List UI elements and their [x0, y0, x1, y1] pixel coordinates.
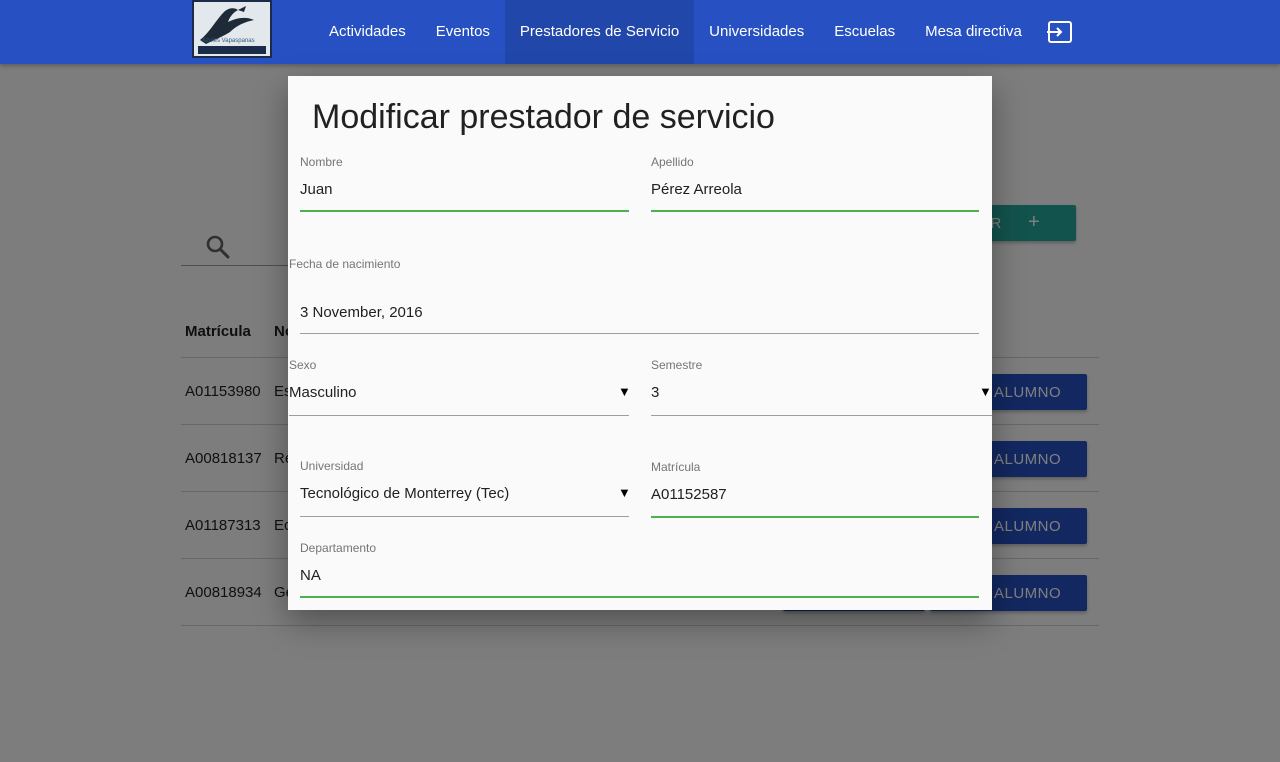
nav-item-eventos[interactable]: Eventos [421, 0, 505, 64]
matricula-field[interactable]: Matrícula A01152587 [651, 460, 979, 518]
nombre-underline [300, 210, 629, 212]
matricula-label: Matrícula [651, 460, 701, 474]
departamento-label: Departamento [300, 541, 377, 555]
fecha-input[interactable]: 3 November, 2016 [300, 304, 423, 321]
universidad-label: Universidad [300, 459, 364, 473]
departamento-field[interactable]: Departamento NA [300, 541, 979, 599]
nav-item-actividades[interactable]: Actividades [314, 0, 421, 64]
nav-item-prestadores[interactable]: Prestadores de Servicio [504, 0, 695, 64]
chevron-down-icon[interactable]: ▼ [618, 384, 631, 399]
nombre-input[interactable]: Juan [300, 181, 333, 198]
matricula-input[interactable]: A01152587 [651, 486, 727, 503]
top-navbar: Azules Vapaspanas Actividades Eventos Pr… [0, 0, 1280, 64]
universidad-underline [300, 516, 629, 517]
sexo-select[interactable]: Sexo Masculino ▼ [289, 358, 631, 418]
logout-icon[interactable] [1046, 20, 1074, 44]
modal-title: Modificar prestador de servicio [312, 98, 775, 136]
fecha-underline [300, 333, 979, 334]
nav-item-mesa-directiva[interactable]: Mesa directiva [910, 0, 1037, 64]
departamento-underline [300, 596, 979, 598]
semestre-label: Semestre [651, 358, 703, 372]
logo[interactable]: Azules Vapaspanas [192, 0, 272, 58]
chevron-down-icon[interactable]: ▼ [618, 485, 631, 500]
semestre-select[interactable]: Semestre 3 ▼ [651, 358, 992, 418]
nombre-field[interactable]: Nombre Juan [300, 155, 629, 213]
nombre-label: Nombre [300, 155, 343, 169]
sexo-underline [289, 415, 629, 416]
chevron-down-icon[interactable]: ▼ [979, 384, 992, 399]
departamento-input[interactable]: NA [300, 567, 321, 584]
logo-image: Azules Vapaspanas [194, 2, 270, 56]
apellido-input[interactable]: Pérez Arreola [651, 181, 742, 198]
nav-item-universidades[interactable]: Universidades [694, 0, 819, 64]
fecha-label: Fecha de nacimiento [289, 257, 401, 271]
semestre-value[interactable]: 3 [651, 384, 659, 401]
apellido-label: Apellido [651, 155, 694, 169]
semestre-underline [651, 415, 992, 416]
universidad-select[interactable]: Universidad Tecnológico de Monterrey (Te… [300, 459, 631, 519]
matricula-underline [651, 516, 979, 518]
sexo-value[interactable]: Masculino [289, 384, 357, 401]
fecha-nacimiento-field[interactable]: Fecha de nacimiento 3 November, 2016 [289, 257, 979, 335]
apellido-field[interactable]: Apellido Pérez Arreola [651, 155, 979, 213]
apellido-underline [651, 210, 979, 212]
universidad-value[interactable]: Tecnológico de Monterrey (Tec) [300, 485, 509, 502]
sexo-label: Sexo [289, 358, 317, 372]
edit-prestador-modal: Modificar prestador de servicio Nombre J… [288, 76, 992, 610]
logo-text: Azules Vapaspanas [202, 38, 255, 44]
nav-item-escuelas[interactable]: Escuelas [819, 0, 910, 64]
nav-menu: Actividades Eventos Prestadores de Servi… [314, 0, 1037, 64]
